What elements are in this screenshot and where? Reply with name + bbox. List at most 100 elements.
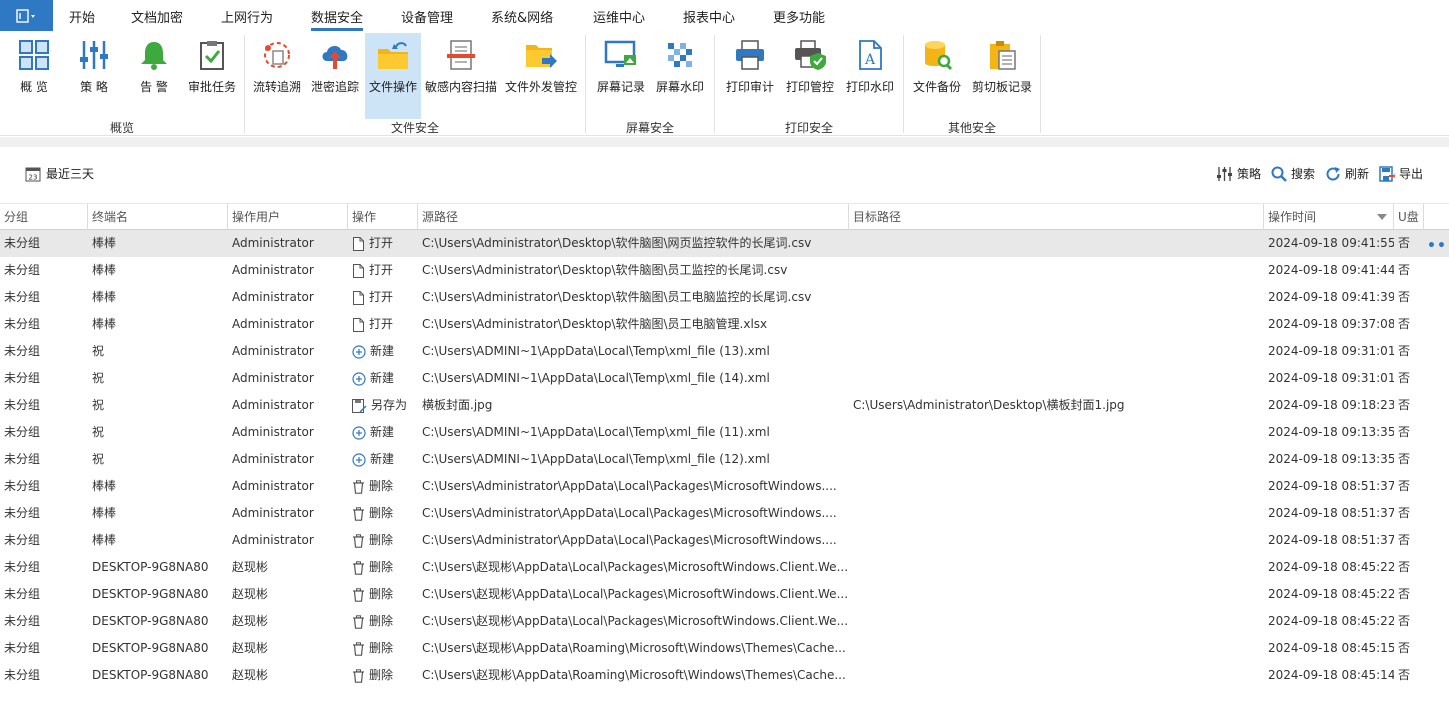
table-row[interactable]: 未分组 DESKTOP-9G8NA80 赵现彬 删除 C:\Users\赵现彬\AppD… <box>0 554 1449 581</box>
cell-usb: 否 <box>1398 506 1411 520</box>
menu-report-center[interactable]: 报表中心 <box>683 7 735 26</box>
col-header-usb[interactable]: U盘 <box>1394 204 1424 230</box>
col-header-user[interactable]: 操作用户 <box>228 204 348 230</box>
ribbon-screen-record[interactable]: 屏幕记录 <box>594 33 648 119</box>
table-row[interactable]: 未分组 棒棒 Administrator 打开 C:\Users\Administrat… <box>0 284 1449 311</box>
ribbon-screen-watermark[interactable]: 屏幕水印 <box>654 33 706 119</box>
menu-more[interactable]: 更多功能 <box>773 7 825 26</box>
ribbon-approval[interactable]: 审批任务 <box>186 33 238 119</box>
ribbon-print-watermark-label: 打印水印 <box>845 80 894 94</box>
col-header-target-path[interactable]: 目标路径 <box>849 204 1264 230</box>
cell-usb: 否 <box>1398 398 1411 412</box>
document-letter-icon: A <box>859 40 882 70</box>
ribbon-alarm[interactable]: 告 警 <box>130 33 178 119</box>
sort-desc-icon <box>1377 214 1387 220</box>
cell-group: 未分组 <box>4 641 41 655</box>
cell-terminal: 祝 <box>92 398 105 412</box>
table-row[interactable]: 未分组 棒棒 Administrator 打开 C:\Users\Administrat… <box>0 311 1449 338</box>
menu-web-behavior[interactable]: 上网行为 <box>221 7 273 26</box>
ribbon-sensitive-scan[interactable]: 敏感内容扫描 <box>424 33 498 119</box>
operation-label: 删除 <box>369 533 394 547</box>
app-menu-button[interactable] <box>0 0 53 31</box>
table-row[interactable]: 未分组 祝 Administrator 新建 C:\Users\ADMINI~1\App… <box>0 419 1449 446</box>
ribbon-approval-label: 审批任务 <box>187 80 236 94</box>
cell-terminal: 祝 <box>92 425 105 439</box>
trash-icon <box>352 668 365 683</box>
table-row[interactable]: 未分组 DESKTOP-9G8NA80 赵现彬 删除 C:\Users\赵现彬\AppD… <box>0 581 1449 608</box>
table-row[interactable]: 未分组 棒棒 Administrator 打开 C:\Users\Administrat… <box>0 230 1449 257</box>
policy-button[interactable]: 策略 <box>1216 165 1261 182</box>
cell-terminal: DESKTOP-9G8NA80 <box>92 641 209 655</box>
refresh-button[interactable]: 刷新 <box>1325 165 1369 182</box>
cell-source-path: C:\Users\Administrator\AppData\Local\Pac… <box>422 533 837 547</box>
cell-source-path: C:\Users\ADMINI~1\AppData\Local\Temp\xml… <box>422 344 770 358</box>
ribbon-file-send-control[interactable]: 文件外发管控 <box>503 33 579 119</box>
operation-label: 新建 <box>370 425 395 439</box>
menu-system-network[interactable]: 系统&网络 <box>491 7 553 26</box>
search-button[interactable]: 搜索 <box>1271 165 1315 182</box>
table-row[interactable]: 未分组 DESKTOP-9G8NA80 赵现彬 删除 C:\Users\赵现彬\AppD… <box>0 608 1449 635</box>
cell-user: Administrator <box>232 479 314 493</box>
ribbon-group-overview: 概览 <box>109 121 134 135</box>
file-icon <box>352 236 365 251</box>
ribbon-screen-watermark-label: 屏幕水印 <box>655 80 704 94</box>
col-header-terminal[interactable]: 终端名 <box>88 204 228 230</box>
col-header-group[interactable]: 分组 <box>0 204 88 230</box>
col-header-source-path[interactable]: 源路径 <box>418 204 849 230</box>
ribbon-file-backup[interactable]: 文件备份 <box>910 33 964 119</box>
ribbon-leak-track[interactable]: 泄密追踪 <box>309 33 361 119</box>
col-header-operation[interactable]: 操作 <box>348 204 418 230</box>
cell-usb: 否 <box>1398 452 1411 466</box>
table-row[interactable]: 未分组 DESKTOP-9G8NA80 赵现彬 删除 C:\Users\赵现彬\AppD… <box>0 635 1449 662</box>
operation-label: 删除 <box>369 479 394 493</box>
cell-usb: 否 <box>1398 263 1411 277</box>
cell-operation: 删除 <box>352 662 418 689</box>
ribbon-policy[interactable]: 策 略 <box>70 33 118 119</box>
col-header-time[interactable]: 操作时间 <box>1264 204 1394 230</box>
ribbon-clipboard-record[interactable]: 剪切板记录 <box>970 33 1034 119</box>
svg-text:23: 23 <box>29 173 38 181</box>
cell-target-path <box>853 554 1264 581</box>
cell-group: 未分组 <box>4 317 41 331</box>
menu-ops-center[interactable]: 运维中心 <box>593 7 645 26</box>
cell-operation: 打开 <box>352 311 418 338</box>
ribbon-print-audit[interactable]: 打印审计 <box>723 33 777 119</box>
cell-source-path: C:\Users\赵现彬\AppData\Local\Packages\Micr… <box>422 560 849 574</box>
table-row[interactable]: 未分组 祝 Administrator 新建 C:\Users\ADMINI~1\App… <box>0 365 1449 392</box>
ribbon-print-control[interactable]: 打印管控 <box>783 33 837 119</box>
folder-send-icon <box>526 45 557 68</box>
table-row[interactable]: 未分组 棒棒 Administrator 删除 C:\Users\Administrat… <box>0 527 1449 554</box>
table-row[interactable]: 未分组 祝 Administrator 新建 C:\Users\ADMINI~1\App… <box>0 446 1449 473</box>
menu-device-mgmt[interactable]: 设备管理 <box>401 7 453 26</box>
printer-shield-icon <box>795 40 826 70</box>
ribbon-overview[interactable]: 概 览 <box>10 33 58 119</box>
table-row[interactable]: 未分组 DESKTOP-9G8NA80 赵现彬 删除 C:\Users\赵现彬\AppD… <box>0 662 1449 689</box>
menu-data-security[interactable]: 数据安全 <box>311 7 364 31</box>
plus-circle-icon <box>352 452 366 467</box>
export-button[interactable]: 导出 <box>1379 165 1423 182</box>
ribbon-print-watermark[interactable]: A 打印水印 <box>843 33 897 119</box>
ribbon-group-other-security: 其他安全 <box>947 121 996 135</box>
table-row[interactable]: 未分组 棒棒 Administrator 打开 C:\Users\Administrat… <box>0 257 1449 284</box>
trace-flow-icon <box>264 42 290 68</box>
cell-terminal: 棒棒 <box>92 290 117 304</box>
menu-doc-encrypt[interactable]: 文档加密 <box>131 7 183 26</box>
row-more-icon[interactable]: ••• <box>1427 238 1449 254</box>
watermark-pattern-icon <box>668 43 692 67</box>
table-row[interactable]: 未分组 祝 Administrator 新建 C:\Users\ADMINI~1\App… <box>0 338 1449 365</box>
cell-source-path: C:\Users\Administrator\Desktop\软件脑图\网页监控… <box>422 236 812 250</box>
table-row[interactable]: 未分组 棒棒 Administrator 删除 C:\Users\Administrat… <box>0 500 1449 527</box>
ribbon-trace[interactable]: 流转追溯 <box>251 33 303 119</box>
cell-terminal: 棒棒 <box>92 236 117 250</box>
document-scan-icon <box>447 40 475 70</box>
table-row[interactable]: 未分组 棒棒 Administrator 删除 C:\Users\Administrat… <box>0 473 1449 500</box>
table-row[interactable]: 未分组 祝 Administrator 另存为 横板封面.jpg C:\Users\Adm… <box>0 392 1449 419</box>
plus-circle-icon <box>352 425 366 440</box>
operation-label: 另存为 <box>371 398 408 412</box>
file-icon <box>352 263 365 278</box>
menu-start[interactable]: 开始 <box>69 7 95 26</box>
date-range-selector[interactable]: 23 最近三天 <box>25 165 94 182</box>
cell-user: Administrator <box>232 371 314 385</box>
ribbon-file-op[interactable]: 文件操作 <box>365 33 421 119</box>
operation-label: 新建 <box>370 371 395 385</box>
